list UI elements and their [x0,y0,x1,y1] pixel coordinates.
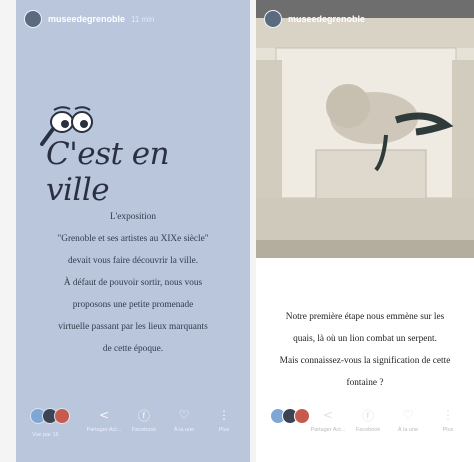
story-header: museedegrenoble [256,0,474,38]
fountain-photo [256,0,474,258]
account-avatar[interactable] [24,10,42,28]
more-label: Plus [218,427,230,433]
story-header: museedegrenoble 11 min [16,0,250,38]
story-body: L'exposition "Grenoble et ses artistes a… [28,206,238,360]
body-line: quais, là où un lion combat un serpent. [293,334,437,344]
share-icon: < [322,408,334,422]
body-line: Mais connaissez-vous la signification de… [279,356,451,366]
story-panel-right[interactable]: museedegrenoble Notre première étape nou… [256,0,474,462]
more-label: Plus [442,427,454,433]
body-line: virtuelle passant par les lieux marquant… [58,322,208,332]
facebook-button[interactable]: ⓕ Facebook [348,406,388,434]
more-button[interactable]: ⋮ Plus [204,406,244,434]
more-icon: ⋮ [442,408,454,422]
body-line: proposons une petite promenade [72,300,194,310]
more-button[interactable]: ⋮ Plus [428,406,468,434]
account-name[interactable]: museedegrenoble [288,14,365,24]
post-time: 11 min [131,14,155,24]
account-avatar[interactable] [264,10,282,28]
highlight-button[interactable]: ♡ À la une [388,406,428,434]
body-line: de cette époque. [102,344,164,354]
account-name[interactable]: museedegrenoble [48,14,125,24]
body-line: L'exposition [109,212,157,222]
body-line: À défaut de pouvoir sortir, nous vous [63,278,203,288]
body-line: "Grenoble et ses artistes au XIXe siècle… [57,234,209,244]
share-label: Partager Act... [310,427,346,433]
facebook-icon: ⓕ [361,408,374,423]
body-line: devait vous faire découvrir la ville. [67,256,199,266]
highlight-label: À la une [173,427,195,433]
story-panel-left[interactable]: museedegrenoble 11 min C'est en ville L'… [16,0,250,462]
facebook-label: Facebook [355,427,381,433]
add-icon: ♡ [178,408,190,422]
facebook-button[interactable]: ⓕ Facebook [124,406,164,434]
more-icon: ⋮ [218,408,230,422]
add-icon: ♡ [402,408,414,422]
share-label: Partager Act... [86,427,122,433]
story-title: C'est en ville [46,136,170,208]
share-button[interactable]: < Partager Act... [308,406,348,434]
share-button[interactable]: < Partager Act... [84,406,124,434]
share-icon: < [98,408,110,422]
body-line: Notre première étape nous emmène sur les [285,312,445,322]
body-line: fontaine ? [346,378,384,388]
story-footer: Vue par 16 < Partager Act... ⓕ Facebook … [16,398,250,462]
facebook-label: Facebook [131,427,157,433]
highlight-label: À la une [397,427,419,433]
story-body: Notre première étape nous emmène sur les… [256,306,474,394]
highlight-button[interactable]: ♡ À la une [164,406,204,434]
facebook-icon: ⓕ [137,408,150,423]
story-footer: < Partager Act... ⓕ Facebook ♡ À la une … [256,398,474,462]
